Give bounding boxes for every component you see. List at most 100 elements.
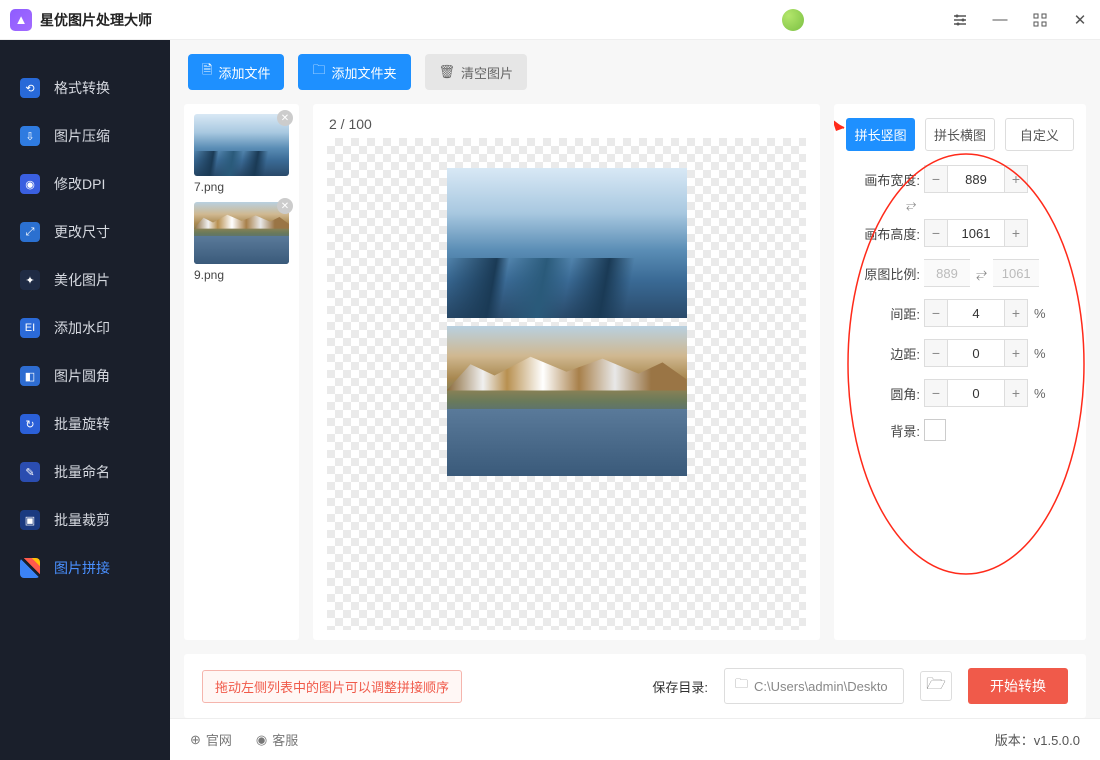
stitched-result [447, 168, 687, 484]
settings-panel: 拼长竖图 拼长横图 自定义 画布宽度: − + ⥂ 画布高度: − [834, 104, 1086, 640]
decrement-icon[interactable]: − [924, 339, 948, 367]
sidebar-item-label: 批量旋转 [54, 414, 110, 434]
support-link[interactable]: ◉客服 [256, 730, 298, 749]
resize-icon: ⤢ [20, 222, 40, 242]
link-icon[interactable]: ⥂ [906, 197, 1074, 213]
sidebar-item-beautify[interactable]: ✦ 美化图片 [0, 256, 170, 304]
save-path-input[interactable]: 🗀C:\Users\admin\Deskto [724, 668, 904, 704]
compress-icon: ⇩ [20, 126, 40, 146]
canvas-width-input[interactable] [948, 165, 1004, 193]
sidebar-item-label: 批量裁剪 [54, 510, 110, 530]
sidebar-item-rotate[interactable]: ↻ 批量旋转 [0, 400, 170, 448]
settings-icon[interactable] [940, 0, 980, 40]
sidebar-item-label: 格式转换 [54, 78, 110, 98]
field-radius: 圆角: − + % [846, 379, 1074, 407]
file-icon: 🗎 [202, 61, 212, 83]
watermark-icon: EI [20, 318, 40, 338]
canvas-height-stepper[interactable]: − + [924, 219, 1028, 247]
sidebar-item-label: 批量命名 [54, 462, 110, 482]
orig-width [924, 259, 970, 287]
mode-tabs: 拼长竖图 拼长横图 自定义 [846, 118, 1074, 151]
sidebar-item-format[interactable]: ⟲ 格式转换 [0, 64, 170, 112]
increment-icon[interactable]: + [1004, 299, 1028, 327]
decrement-icon[interactable]: − [924, 299, 948, 327]
sidebar-item-stitch[interactable]: 图片拼接 [0, 544, 170, 592]
folder-small-icon: 🗀 [735, 675, 748, 697]
browse-folder-button[interactable]: 🗁 [920, 671, 952, 701]
thumbnail-image [194, 114, 289, 176]
bg-color-swatch[interactable] [924, 419, 946, 441]
corner-icon: ◧ [20, 366, 40, 386]
close-icon[interactable]: ✕ [1060, 0, 1100, 40]
save-label: 保存目录: [652, 677, 708, 696]
user-name [810, 9, 930, 31]
radius-input[interactable] [948, 379, 1004, 407]
remove-thumb-icon[interactable]: ✕ [277, 198, 293, 214]
rotate-icon: ↻ [20, 414, 40, 434]
user-avatar[interactable] [782, 9, 804, 31]
sidebar-item-label: 图片拼接 [54, 558, 110, 578]
sidebar: ⟲ 格式转换 ⇩ 图片压缩 ◉修改DPI ⤢更改尺寸 ✦ 美化图片 EI添加水印 ◧ 图… [0, 40, 170, 760]
app-title: 星优图片处理大师 [40, 10, 152, 30]
start-convert-button[interactable]: 开始转换 [968, 668, 1068, 704]
add-folder-button[interactable]: 🗀添加文件夹 [298, 54, 410, 90]
preview-image [447, 326, 687, 476]
sidebar-item-resize[interactable]: ⤢更改尺寸 [0, 208, 170, 256]
website-link[interactable]: ⊕官网 [190, 730, 232, 749]
sidebar-item-corner[interactable]: ◧ 图片圆角 [0, 352, 170, 400]
maximize-icon[interactable] [1020, 0, 1060, 40]
sidebar-item-label: 修改DPI [54, 174, 105, 194]
decrement-icon[interactable]: − [924, 379, 948, 407]
margin-stepper[interactable]: − + [924, 339, 1028, 367]
sidebar-item-watermark[interactable]: EI添加水印 [0, 304, 170, 352]
titlebar: ▲ 星优图片处理大师 — ✕ [0, 0, 1100, 40]
crop-icon: ▣ [20, 510, 40, 530]
image-counter: 2 / 100 [329, 116, 806, 132]
folder-icon: 🗀 [312, 61, 325, 83]
sidebar-item-label: 图片压缩 [54, 126, 110, 146]
tab-horizontal[interactable]: 拼长横图 [925, 118, 994, 151]
margin-input[interactable] [948, 339, 1004, 367]
increment-icon[interactable]: + [1004, 165, 1028, 193]
gap-stepper[interactable]: − + [924, 299, 1028, 327]
clear-button[interactable]: 🗑清空图片 [425, 54, 528, 90]
bottom-bar: 拖动左侧列表中的图片可以调整拼接顺序 保存目录: 🗀C:\Users\admin… [184, 654, 1086, 718]
drag-hint: 拖动左侧列表中的图片可以调整拼接顺序 [202, 670, 462, 703]
canvas-width-stepper[interactable]: − + [924, 165, 1028, 193]
list-item[interactable]: ✕ 9.png [194, 202, 289, 282]
ratio-link-icon[interactable]: ⥂ [976, 265, 987, 282]
decrement-icon[interactable]: − [924, 165, 948, 193]
sidebar-item-rename[interactable]: ✎批量命名 [0, 448, 170, 496]
footer: ⊕官网 ◉客服 版本：v1.5.0.0 [170, 718, 1100, 760]
list-item[interactable]: ✕ 7.png [194, 114, 289, 194]
tab-custom[interactable]: 自定义 [1005, 118, 1074, 151]
remove-thumb-icon[interactable]: ✕ [277, 110, 293, 126]
add-file-button[interactable]: 🗎添加文件 [188, 54, 284, 90]
thumbnail-list: ✕ 7.png ✕ 9.png [184, 104, 299, 640]
sidebar-item-crop[interactable]: ▣ 批量裁剪 [0, 496, 170, 544]
sidebar-item-compress[interactable]: ⇩ 图片压缩 [0, 112, 170, 160]
increment-icon[interactable]: + [1004, 219, 1028, 247]
increment-icon[interactable]: + [1004, 379, 1028, 407]
format-icon: ⟲ [20, 78, 40, 98]
minimize-icon[interactable]: — [980, 0, 1020, 40]
sidebar-item-label: 图片圆角 [54, 366, 110, 386]
radius-stepper[interactable]: − + [924, 379, 1028, 407]
version-label: 版本：v1.5.0.0 [995, 730, 1080, 749]
canvas-height-input[interactable] [948, 219, 1004, 247]
field-orig-ratio: 原图比例: ⥂ [846, 259, 1074, 287]
beautify-icon: ✦ [20, 270, 40, 290]
sidebar-item-label: 美化图片 [54, 270, 110, 290]
increment-icon[interactable]: + [1004, 339, 1028, 367]
toolbar: 🗎添加文件 🗀添加文件夹 🗑清空图片 [170, 40, 1100, 104]
field-canvas-height: 画布高度: − + [846, 219, 1074, 247]
sidebar-item-dpi[interactable]: ◉修改DPI [0, 160, 170, 208]
headset-icon: ◉ [256, 732, 267, 748]
decrement-icon[interactable]: − [924, 219, 948, 247]
gap-input[interactable] [948, 299, 1004, 327]
stitch-icon [20, 558, 40, 578]
tab-vertical[interactable]: 拼长竖图 [846, 118, 915, 151]
field-canvas-width: 画布宽度: − + [846, 165, 1074, 193]
field-bg: 背景: [846, 419, 1074, 441]
app-logo-icon: ▲ [10, 9, 32, 31]
